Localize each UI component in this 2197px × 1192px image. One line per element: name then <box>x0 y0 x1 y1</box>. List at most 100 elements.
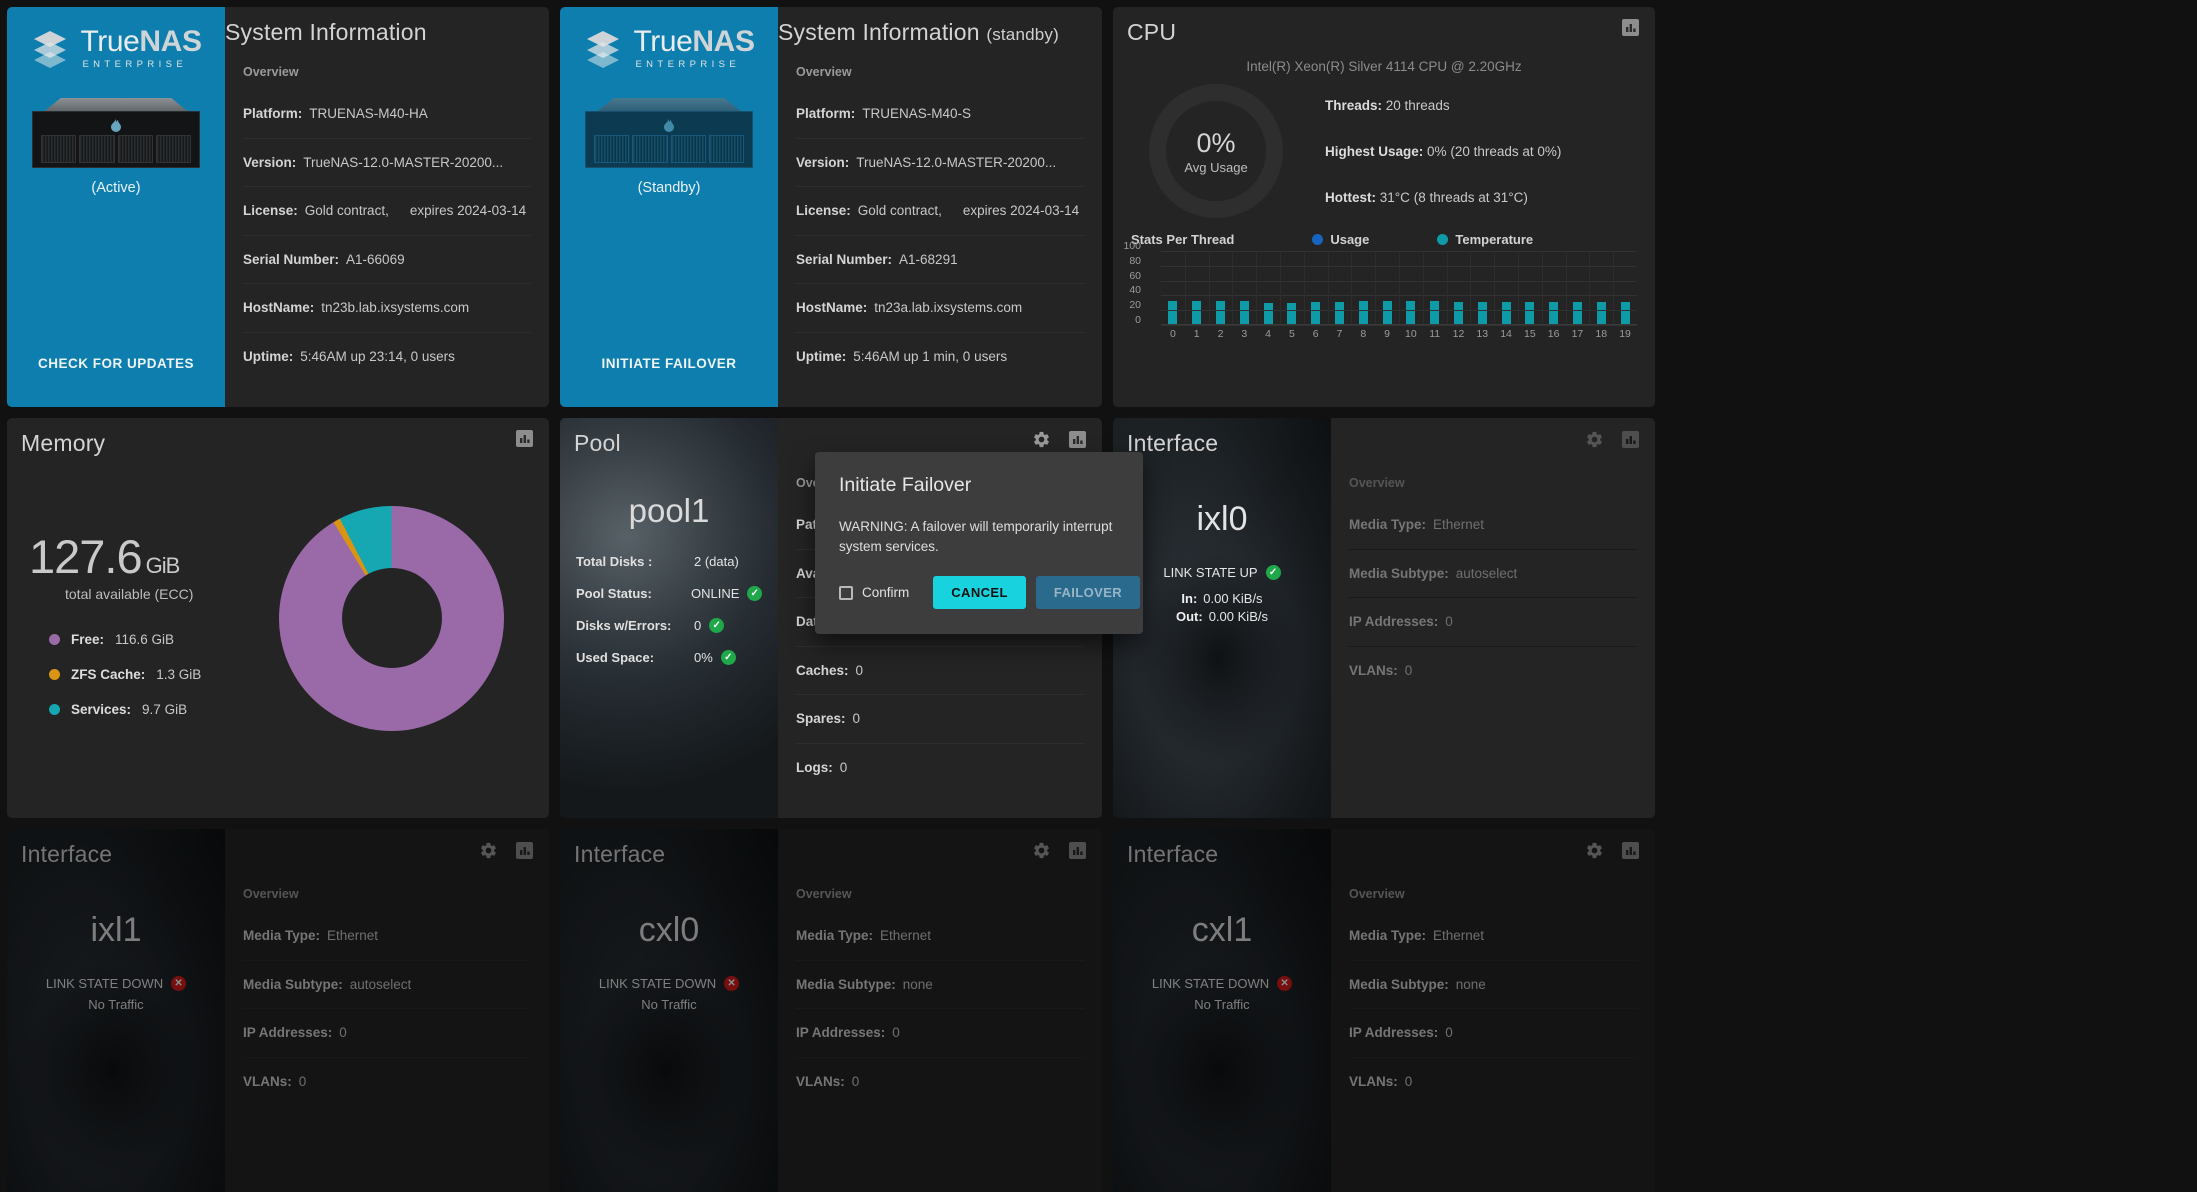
interface-name: cxl0 <box>638 911 700 949</box>
pool-status-row: Pool Status: ONLINE ✓ <box>576 586 762 601</box>
ix-flame-icon <box>111 117 121 132</box>
table-row: Media Type: Ethernet <box>243 911 531 960</box>
row-key: Version: <box>796 154 850 170</box>
row-key: Used Space: <box>576 650 655 665</box>
stats-per-thread-chart: 100 80 60 40 20 0 0 1 2 3 4 5 6 7 8 9 10 11 12 13 14 15 16 17 1… <box>1113 240 1655 340</box>
table-row: Media Subtype: autoselect <box>1349 548 1637 598</box>
table-row: Media Subtype: none <box>1349 959 1637 1009</box>
link-state-text: LINK STATE DOWN <box>45 976 164 991</box>
row-key: Media Type: <box>1349 516 1427 532</box>
table-row: Media Subtype: none <box>796 959 1084 1009</box>
traffic-out-label: Out: <box>1176 609 1203 624</box>
server-chassis-illustration <box>32 97 200 168</box>
table-row: Serial Number: A1-68291 <box>796 234 1084 284</box>
chart-bar <box>1239 301 1249 324</box>
chart-report-icon[interactable] <box>1069 842 1086 859</box>
logo-nas: NAS <box>139 25 202 58</box>
chart-x-axis-labels: 0 1 2 3 4 5 6 7 8 9 10 11 12 13 14 15 16 17 18 19 <box>1161 328 1637 340</box>
chart-bar <box>1334 301 1344 324</box>
interface-no-traffic: No Traffic <box>1194 997 1250 1012</box>
standby-system-information-details: System Information (standby) Overview Pl… <box>778 7 1102 407</box>
row-key: Media Subtype: <box>1349 976 1449 992</box>
card-title-suffix: (standby) <box>986 25 1059 44</box>
row-key: IP Addresses: <box>1349 1025 1439 1041</box>
row-key: IP Addresses: <box>1349 614 1439 630</box>
row-value: 0 <box>694 618 702 633</box>
chart-x-tick: 9 <box>1384 328 1390 340</box>
table-row: Uptime: 5:46AM up 1 min, 0 users <box>796 331 1084 381</box>
cancel-button[interactable]: CANCEL <box>933 576 1026 610</box>
interface-card-cxl0: Interface cxl0 LINK STATE DOWN ✕ No Traf… <box>560 829 1102 1192</box>
cpu-threads-row: Threads: 20 threads <box>1325 98 1561 113</box>
table-row: Media Type: Ethernet <box>1349 500 1637 549</box>
memory-total-value: 127.6 <box>29 530 143 583</box>
check-for-updates-button[interactable]: CHECK FOR UPDATES <box>7 356 225 371</box>
chart-report-icon[interactable] <box>1622 431 1639 448</box>
status-badge-error-icon: ✕ <box>1277 976 1293 991</box>
legend-temperature: Temperature <box>1437 232 1533 247</box>
dialog-title: Initiate Failover <box>839 474 972 496</box>
table-row: HostName: tn23a.lab.ixsystems.com <box>796 283 1084 332</box>
failover-button[interactable]: FAILOVER <box>1035 576 1141 610</box>
dialog-warning-text: WARNING: A failover will temporarily int… <box>839 519 1113 554</box>
chart-bar <box>1549 301 1559 324</box>
gear-icon[interactable] <box>479 841 498 860</box>
interface-link-state: LINK STATE DOWN ✕ <box>599 976 740 991</box>
confirm-checkbox[interactable]: Confirm <box>839 585 909 600</box>
chart-x-tick: 17 <box>1571 328 1584 340</box>
chart-bar-cell <box>1613 251 1637 324</box>
chart-report-icon[interactable] <box>516 842 533 859</box>
chart-report-icon[interactable] <box>1622 842 1639 859</box>
legend-services-value: 9.7 GiB <box>142 702 188 717</box>
row-value: 5:46AM up 1 min, 0 users <box>853 348 1008 364</box>
ix-flame-icon <box>664 117 674 132</box>
cpu-hottest-detail: (8 threads at 31°C) <box>1413 189 1528 205</box>
interface-card-ixl0: Interface ixl0 LINK STATE UP ✓ In: 0.00 K… <box>1113 418 1655 818</box>
chart-bar-cell <box>1589 251 1613 324</box>
gear-icon[interactable] <box>1585 841 1604 860</box>
row-value: 0 <box>855 662 864 678</box>
chart-x-tick: 6 <box>1312 328 1319 340</box>
standby-info-rows: Platform: TRUENAS-M40-S Version: TrueNAS-1… <box>796 89 1084 380</box>
interface-details: Overview Media Type: Ethernet Media Subty… <box>778 829 1102 1192</box>
gear-icon[interactable] <box>1032 430 1051 449</box>
standby-node-panel: TrueNAS ENTERPRISE (Standby) INITIATE FA… <box>560 7 778 407</box>
standby-chassis-illustration <box>585 97 753 168</box>
interface-visual-panel: Interface ixl0 LINK STATE UP ✓ In: 0.00 K… <box>1113 418 1331 818</box>
cpu-model-label: Intel(R) Xeon(R) Silver 4114 CPU @ 2.20G… <box>1246 59 1522 74</box>
row-value: TrueNAS-12.0-MASTER-20200... <box>303 154 504 170</box>
chart-bar-cell <box>1209 251 1233 324</box>
interface-detail-rows: Media Type: Ethernet Media Subtype: autose… <box>243 911 531 1105</box>
gear-icon[interactable] <box>1032 841 1051 860</box>
chart-bar <box>1596 301 1606 324</box>
row-key: License: <box>243 203 298 219</box>
legend-usage-label: Usage <box>1330 232 1370 247</box>
card-title-pool: Pool <box>574 430 621 456</box>
row-value: 0 <box>851 1073 860 1089</box>
row-key: VLANs: <box>1349 662 1398 678</box>
row-value: A1-68291 <box>899 251 958 267</box>
link-state-text: LINK STATE UP <box>1163 565 1258 580</box>
cpu-highest-detail: (20 threads at 0%) <box>1450 143 1562 159</box>
interface-link-state: LINK STATE DOWN ✕ <box>1152 976 1293 991</box>
card-title-system-information-standby: System Information (standby) <box>778 19 1059 46</box>
status-badge-ok-icon: ✓ <box>720 650 736 665</box>
traffic-out-value: 0.00 KiB/s <box>1208 609 1268 624</box>
initiate-failover-button[interactable]: INITIATE FAILOVER <box>560 356 778 371</box>
row-value: tn23a.lab.ixsystems.com <box>874 300 1023 316</box>
chart-report-icon[interactable] <box>516 430 533 447</box>
checkbox-box-icon[interactable] <box>839 585 853 600</box>
row-value: TRUENAS-M40-HA <box>309 105 428 121</box>
gear-icon[interactable] <box>1585 430 1604 449</box>
interface-link-state: LINK STATE UP ✓ <box>1163 565 1281 580</box>
chart-report-icon[interactable] <box>1622 19 1639 36</box>
row-key: Serial Number: <box>243 251 340 267</box>
cpu-hottest-row: Hottest: 31°C (8 threads at 31°C) <box>1325 190 1561 205</box>
row-key: Pool Status: <box>576 586 652 601</box>
row-key: HostName: <box>796 300 868 316</box>
chart-x-tick: 19 <box>1619 328 1631 340</box>
chart-report-icon[interactable] <box>1069 431 1086 448</box>
cpu-threads-value: 20 threads <box>1385 97 1450 113</box>
row-key: Logs: <box>796 759 833 775</box>
chart-bar-cell <box>1256 251 1280 324</box>
